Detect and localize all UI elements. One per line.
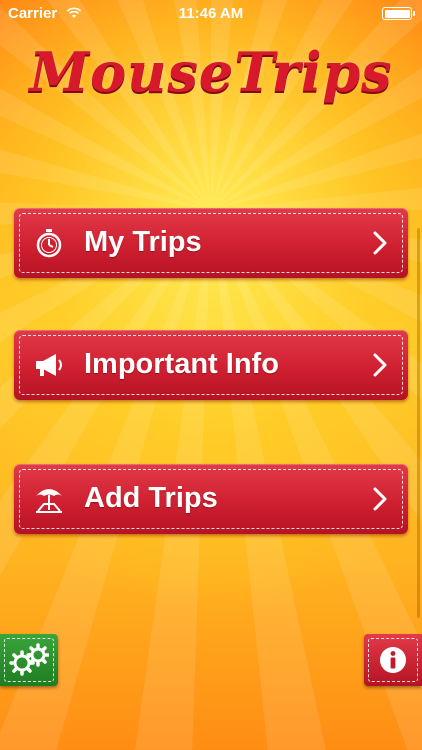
important-info-button[interactable]: Important Info bbox=[14, 330, 408, 400]
clock: 11:46 AM bbox=[178, 5, 244, 22]
beach-umbrella-icon bbox=[34, 484, 64, 514]
add-trips-button[interactable]: Add Trips bbox=[14, 464, 408, 534]
scroll-indicator[interactable] bbox=[417, 228, 420, 618]
megaphone-icon bbox=[34, 350, 64, 380]
info-button[interactable] bbox=[364, 634, 422, 686]
settings-button[interactable] bbox=[0, 634, 58, 686]
app-logo: MouseTrips bbox=[29, 40, 393, 104]
chevron-right-icon bbox=[370, 230, 390, 256]
stopwatch-icon bbox=[34, 228, 64, 258]
battery-icon bbox=[382, 7, 415, 20]
chevron-right-icon bbox=[370, 352, 390, 378]
chevron-right-icon bbox=[370, 486, 390, 512]
status-bar: Carrier 11:46 AM bbox=[0, 0, 422, 28]
my-trips-label: My Trips bbox=[84, 226, 202, 258]
stitch-border bbox=[19, 213, 403, 273]
my-trips-button[interactable]: My Trips bbox=[14, 208, 408, 278]
add-trips-label: Add Trips bbox=[84, 482, 218, 514]
important-info-label: Important Info bbox=[84, 348, 279, 380]
